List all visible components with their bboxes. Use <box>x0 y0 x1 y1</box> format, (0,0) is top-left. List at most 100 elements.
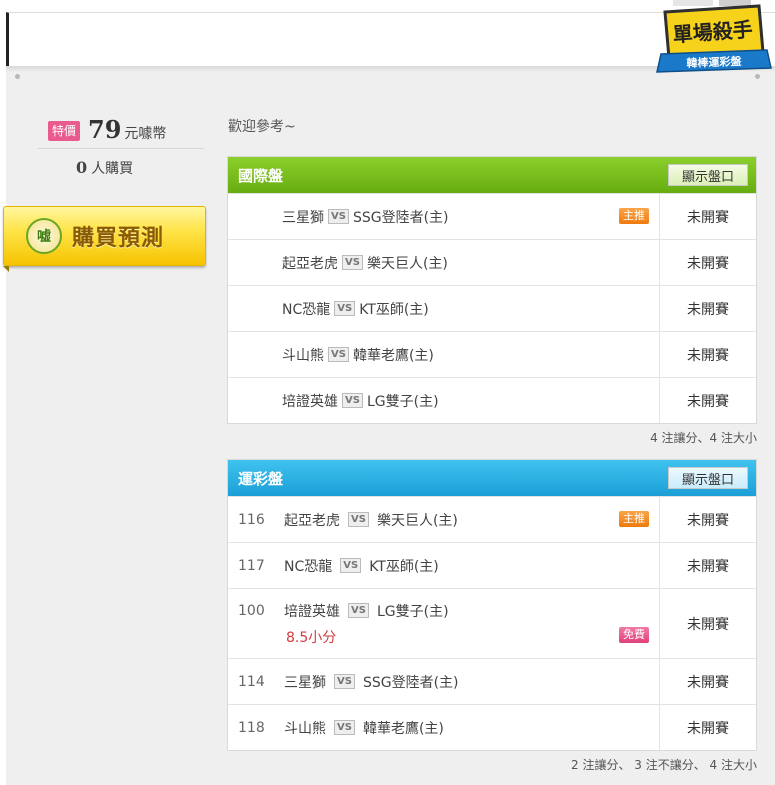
show-odds-button[interactable]: 顯示盤口 <box>668 467 748 489</box>
match-row[interactable]: 118 斗山熊 VS 韓華老鷹(主) 未開賽 <box>228 704 756 750</box>
buyer-count: 0 人購買 <box>76 158 133 178</box>
buy-prediction-button[interactable]: 嘘 購買預測 <box>3 206 206 266</box>
button-corner-decoration <box>3 266 9 272</box>
match-teams: 起亞老虎 VS 樂天巨人(主) <box>238 253 659 273</box>
away-team: 樂天巨人(主) <box>366 255 448 272</box>
vs-icon: VS <box>348 603 369 618</box>
board-header: 國際盤 顯示盤口 <box>228 157 756 193</box>
lottery-board: 運彩盤 顯示盤口 116 起亞老虎 VS 樂天巨人(主) 主推 未開賽 117 … <box>227 459 757 751</box>
match-row[interactable]: 三星獅 VS SSG登陸者(主) 主推 未開賽 <box>228 193 756 239</box>
match-number: 117 <box>238 557 265 574</box>
vs-icon: VS <box>342 393 363 408</box>
away-team: LG雙子(主) <box>366 393 439 410</box>
vs-icon: VS <box>342 255 363 270</box>
home-team: 培證英雄 <box>282 393 338 410</box>
match-row[interactable]: 100 培證英雄 VS LG雙子(主) 8.5小分 免費 未開賽 <box>228 588 756 658</box>
away-team: LG雙子(主) <box>376 603 449 620</box>
buyer-count-number: 0 <box>76 158 88 177</box>
buyer-count-label: 人購買 <box>91 161 134 177</box>
match-status: 未開賽 <box>687 347 729 364</box>
show-odds-button[interactable]: 顯示盤口 <box>668 164 748 186</box>
away-team: KT巫師(主) <box>359 301 429 318</box>
match-teams: 117 NC恐龍 VS KT巫師(主) <box>238 556 659 576</box>
home-team: 三星獅 <box>284 674 326 691</box>
home-team: 三星獅 <box>282 209 324 226</box>
match-status: 未開賽 <box>687 558 729 575</box>
vs-icon: VS <box>328 347 349 362</box>
match-row[interactable]: 114 三星獅 VS SSG登陸者(主) 未開賽 <box>228 658 756 704</box>
vs-icon: VS <box>334 674 355 689</box>
match-teams: 118 斗山熊 VS 韓華老鷹(主) <box>238 718 659 738</box>
away-team: 樂天巨人(主) <box>376 512 458 529</box>
match-status: 未開賽 <box>687 720 729 737</box>
price-unit: 元噱幣 <box>124 126 167 142</box>
price-value: 79 <box>88 115 122 144</box>
divider <box>38 148 204 149</box>
vs-icon: VS <box>334 301 356 316</box>
buy-prediction-label: 購買預測 <box>72 226 165 251</box>
match-teams: NC恐龍 VS KT巫師(主) <box>238 299 659 319</box>
match-status: 未開賽 <box>687 512 729 529</box>
home-team: 斗山熊 <box>284 720 326 737</box>
board-summary-note: 2 注讓分、 3 注不讓分、 4 注大小 <box>571 758 757 772</box>
recommend-badge: 主推 <box>619 208 649 224</box>
match-cell: 斗山熊 VS 韓華老鷹(主) <box>228 332 660 377</box>
match-row[interactable]: NC恐龍 VS KT巫師(主) 未開賽 <box>228 285 756 331</box>
away-team: KT巫師(主) <box>369 558 439 575</box>
match-cell: 三星獅 VS SSG登陸者(主) 主推 <box>228 194 660 239</box>
match-teams: 三星獅 VS SSG登陸者(主) <box>238 207 659 227</box>
away-team: SSG登陸者(主) <box>362 674 459 691</box>
match-cell: NC恐龍 VS KT巫師(主) <box>228 286 660 331</box>
price-box: 特價 79 元噱幣 <box>48 115 167 144</box>
board-title: 國際盤 <box>238 166 284 185</box>
dot-decoration <box>15 74 20 79</box>
free-badge: 免費 <box>619 627 649 643</box>
match-row[interactable]: 培證英雄 VS LG雙子(主) 未開賽 <box>228 377 756 423</box>
match-cell: 117 NC恐龍 VS KT巫師(主) <box>228 543 660 588</box>
brand-logo: 單場殺手 韓棒運彩盤 <box>656 0 772 73</box>
match-teams: 培證英雄 VS LG雙子(主) <box>238 391 659 411</box>
match-row[interactable]: 117 NC恐龍 VS KT巫師(主) 未開賽 <box>228 542 756 588</box>
board-summary-note: 4 注讓分、4 注大小 <box>650 431 757 445</box>
match-row[interactable]: 116 起亞老虎 VS 樂天巨人(主) 主推 未開賽 <box>228 496 756 542</box>
home-team: NC恐龍 <box>284 558 333 575</box>
match-number: 118 <box>238 719 265 736</box>
match-status: 未開賽 <box>687 301 729 318</box>
match-number: 114 <box>238 673 265 690</box>
match-teams: 114 三星獅 VS SSG登陸者(主) <box>238 672 659 692</box>
match-number: 100 <box>238 602 265 619</box>
recommend-badge: 主推 <box>619 511 649 527</box>
vs-icon: VS <box>328 209 349 224</box>
match-row[interactable]: 起亞老虎 VS 樂天巨人(主) 未開賽 <box>228 239 756 285</box>
vs-icon: VS <box>348 512 369 527</box>
away-team: 韓華老鷹(主) <box>362 720 444 737</box>
logo-sub-text: 韓棒運彩盤 <box>686 54 742 70</box>
match-number: 116 <box>238 511 265 528</box>
match-status: 未開賽 <box>687 255 729 272</box>
home-team: 斗山熊 <box>282 347 324 364</box>
match-teams: 100 培證英雄 VS LG雙子(主) <box>238 601 659 621</box>
match-cell: 起亞老虎 VS 樂天巨人(主) <box>228 240 660 285</box>
home-team: 培證英雄 <box>284 603 340 620</box>
home-team: 起亞老虎 <box>282 255 338 272</box>
special-price-tag: 特價 <box>48 121 81 141</box>
match-teams: 116 起亞老虎 VS 樂天巨人(主) <box>238 510 659 530</box>
vs-icon: VS <box>340 558 362 573</box>
match-cell: 118 斗山熊 VS 韓華老鷹(主) <box>228 705 660 750</box>
away-team: 韓華老鷹(主) <box>352 347 434 364</box>
match-teams: 斗山熊 VS 韓華老鷹(主) <box>238 345 659 365</box>
home-team: NC恐龍 <box>282 301 331 318</box>
welcome-text: 歡迎參考~ <box>228 119 296 135</box>
match-row[interactable]: 斗山熊 VS 韓華老鷹(主) 未開賽 <box>228 331 756 377</box>
match-status: 未開賽 <box>687 616 729 633</box>
board-header: 運彩盤 顯示盤口 <box>228 460 756 496</box>
board-title: 運彩盤 <box>238 469 284 488</box>
home-team: 起亞老虎 <box>284 512 340 529</box>
match-cell: 116 起亞老虎 VS 樂天巨人(主) 主推 <box>228 497 660 542</box>
away-team: SSG登陸者(主) <box>352 209 449 226</box>
match-status: 未開賽 <box>687 393 729 410</box>
prediction-pick: 8.5小分 <box>286 629 337 646</box>
international-board: 國際盤 顯示盤口 三星獅 VS SSG登陸者(主) 主推 未開賽 起亞老虎 VS… <box>227 156 757 424</box>
coin-icon: 嘘 <box>26 218 62 254</box>
match-cell: 培證英雄 VS LG雙子(主) <box>228 378 660 423</box>
